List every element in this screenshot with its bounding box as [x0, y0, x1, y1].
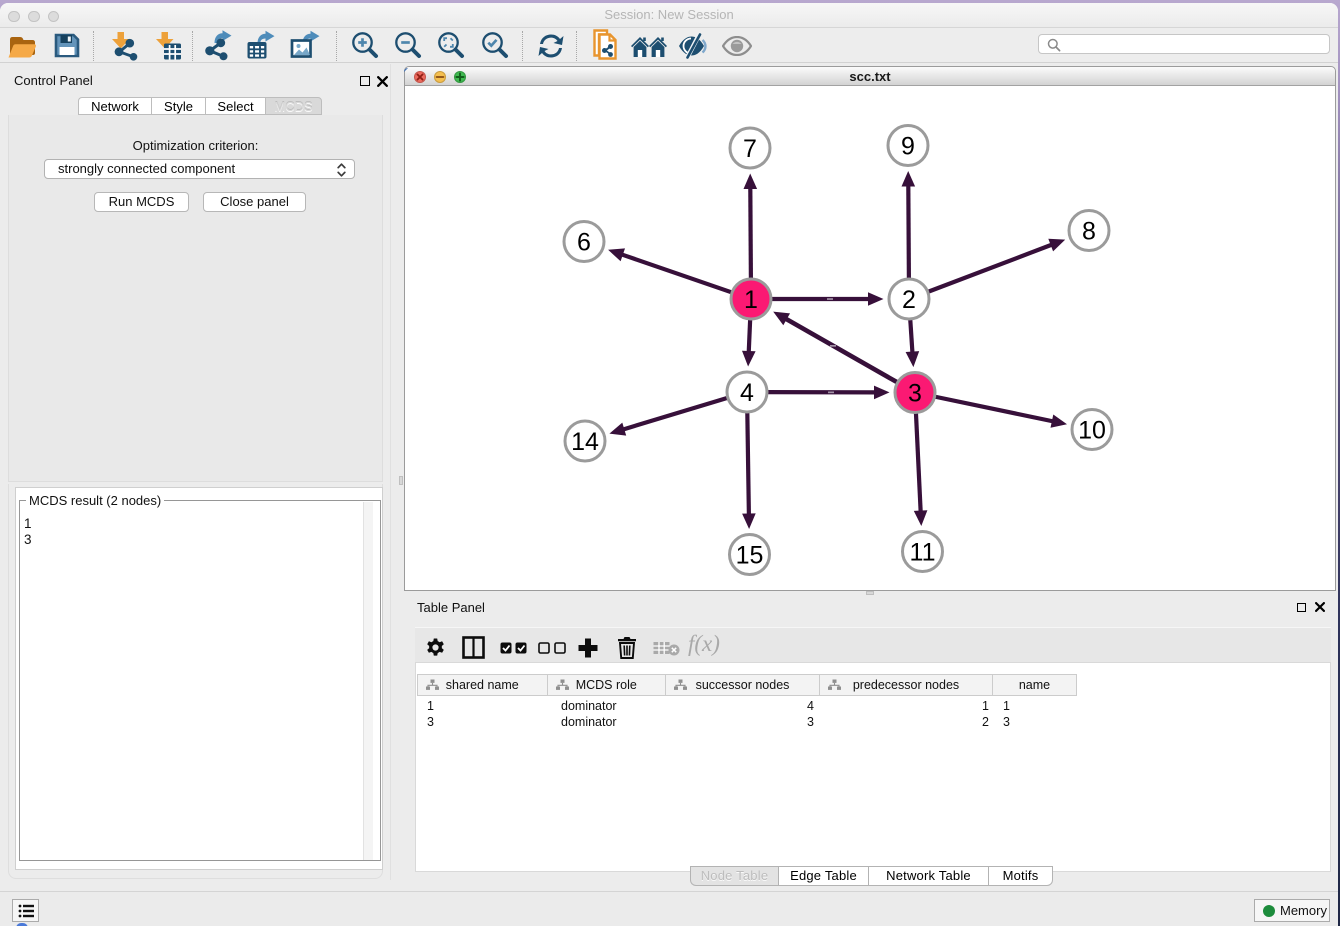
svg-text:11: 11 — [910, 539, 936, 567]
svg-text:14: 14 — [571, 428, 599, 456]
svg-text:4: 4 — [740, 379, 754, 407]
svg-text:1: 1 — [744, 286, 758, 314]
svg-text:8: 8 — [1082, 218, 1096, 246]
svg-text:9: 9 — [901, 133, 915, 161]
svg-text:10: 10 — [1078, 417, 1106, 445]
svg-text:15: 15 — [736, 542, 764, 570]
svg-text:3: 3 — [908, 380, 922, 408]
svg-text:7: 7 — [743, 135, 757, 163]
svg-text:2: 2 — [902, 286, 916, 314]
svg-text:6: 6 — [577, 229, 591, 257]
